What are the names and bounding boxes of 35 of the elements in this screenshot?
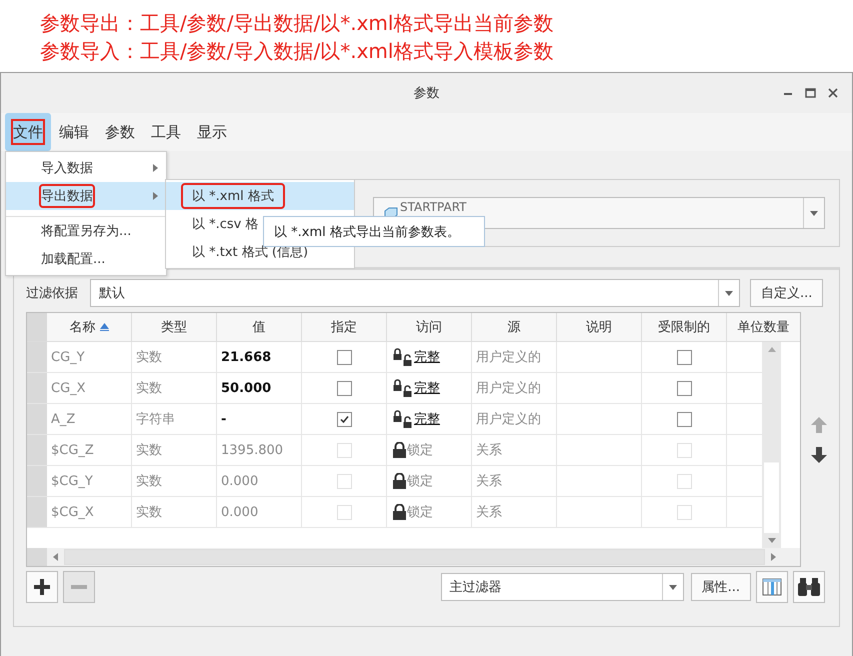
access-text: 锁定 <box>407 473 433 490</box>
annotation-text: 参数导出：工具/参数/导出数据/以*.xml格式导出当前参数 <box>40 10 554 37</box>
tooltip: 以 *.xml 格式导出当前参数表。 <box>263 216 485 247</box>
table-cell: - <box>217 404 302 434</box>
access-text: 锁定 <box>407 504 433 521</box>
table-cell: 用户定义的 <box>472 373 557 403</box>
table-cell: 实数 <box>132 466 217 496</box>
table-cell: 实数 <box>132 435 217 465</box>
table-cell: 字符串 <box>132 404 217 434</box>
table-cell: 实数 <box>132 497 217 527</box>
table-cell: 1395.800 <box>217 435 302 465</box>
table-cell: 关系 <box>472 466 557 496</box>
access-text: 锁定 <box>407 442 433 459</box>
table-cell: CG_Y <box>47 342 132 372</box>
table-cell: 用户定义的 <box>472 404 557 434</box>
window-title: 参数 <box>414 85 440 102</box>
table-cell: 50.000 <box>217 373 302 403</box>
table-cell: 实数 <box>132 342 217 372</box>
table-cell: 0.000 <box>217 497 302 527</box>
table-cell: A_Z <box>47 404 132 434</box>
table-cell: 0.000 <box>217 466 302 496</box>
table-cell: 关系 <box>472 435 557 465</box>
table-cell: $CG_Z <box>47 435 132 465</box>
table-cell: CG_X <box>47 373 132 403</box>
access-text: 完整 <box>414 349 440 366</box>
table-cell: $CG_Y <box>47 466 132 496</box>
table-cell: 实数 <box>132 373 217 403</box>
filter-label: 过滤依据 <box>26 285 79 302</box>
annotation-text: 参数导入：工具/参数/导入数据/以*.xml格式导入模板参数 <box>40 38 554 65</box>
table-cell: 用户定义的 <box>472 342 557 372</box>
access-text: 完整 <box>414 411 440 428</box>
table-cell: $CG_X <box>47 497 132 527</box>
access-text: 完整 <box>414 380 440 397</box>
table-cell: 21.668 <box>217 342 302 372</box>
table-cell: 关系 <box>472 497 557 527</box>
